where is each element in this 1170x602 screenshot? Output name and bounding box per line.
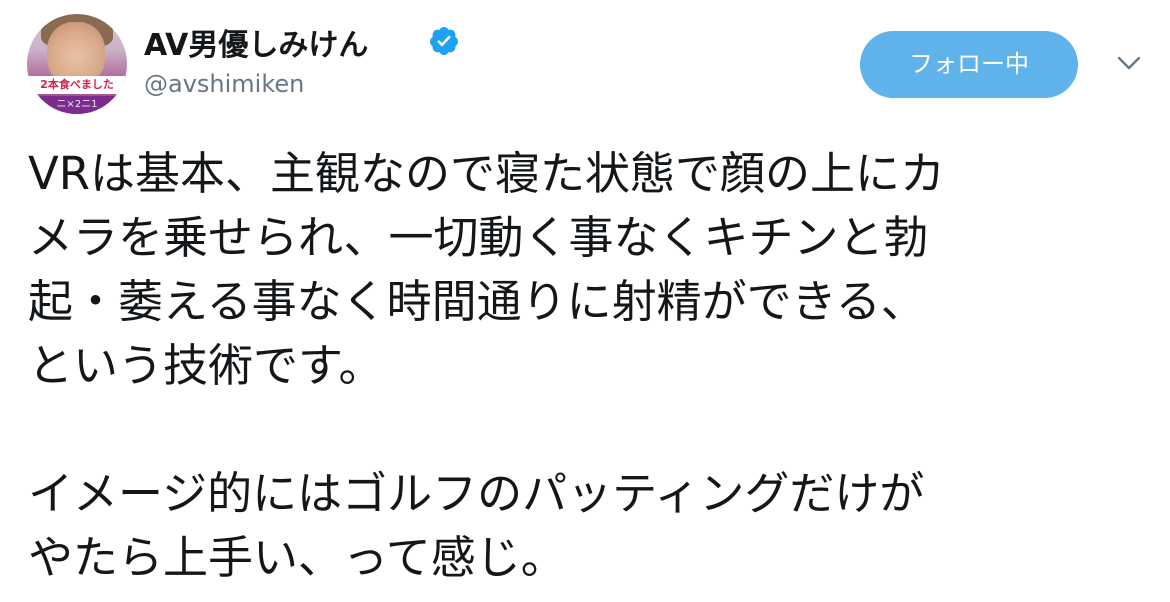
user-handle[interactable]: @avshimiken [144,70,304,98]
tweet-line: イメージ的にはゴルフのパッティングだけが [28,467,925,520]
chevron-down-icon[interactable] [1116,54,1142,72]
tweet-text: VRは基本、主観なので寝た状態で顔の上にカ メラを乗せられ、一切動く事なくキチン… [28,142,1153,590]
avatar-caption-bottom: ニ×2ニ1 [27,96,127,114]
tweet-line: VRは基本、主観なので寝た状態で顔の上にカ [28,147,946,200]
avatar-caption-top: 2本食べました [27,76,127,94]
tweet-card: 2本食べました ニ×2ニ1 AV男優しみけん @avshimiken フォロー中… [0,0,1170,602]
tweet-line: メラを乗せられ、一切動く事なくキチンと勃 [28,211,929,264]
following-button[interactable]: フォロー中 [860,31,1078,98]
tweet-line: という技術です。 [28,339,384,392]
avatar-face [47,22,105,84]
avatar[interactable]: 2本食べました ニ×2ニ1 [27,14,127,114]
tweet-line: やたら上手い、って感じ。 [28,531,566,584]
display-name[interactable]: AV男優しみけん [144,20,368,64]
verified-badge-icon [429,27,458,55]
tweet-line: 起・萎える事なく時間通りに射精ができる、 [28,275,926,328]
